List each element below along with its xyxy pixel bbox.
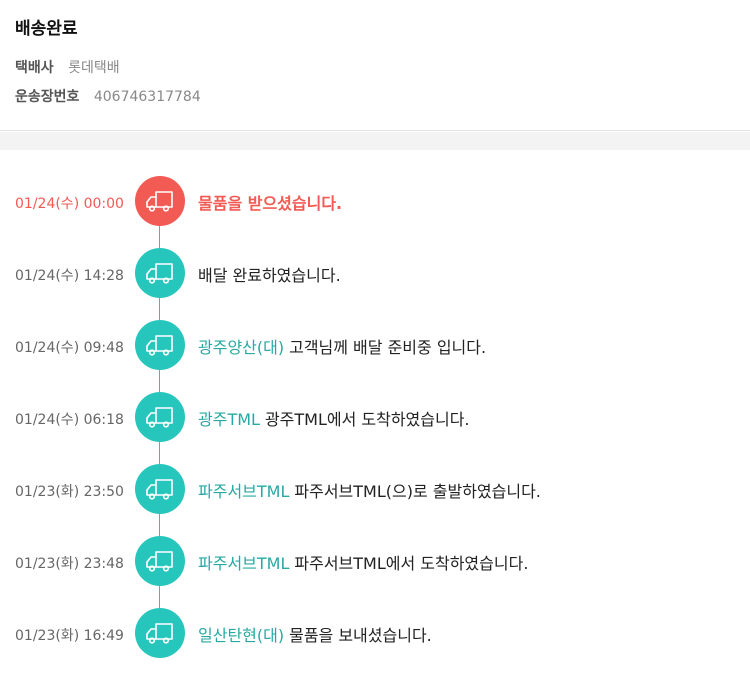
tracking-label: 운송장번호 — [15, 89, 80, 105]
event-time: 01/23(화) 23:50 — [15, 484, 124, 500]
event-location: 광주TML — [198, 410, 260, 429]
event-message: 물품을 보내셨습니다. — [289, 626, 432, 645]
event-time: 01/23(화) 16:49 — [15, 628, 124, 644]
event-description: 광주TML 광주TML에서 도착하였습니다. — [198, 406, 470, 430]
event-description: 광주양산(대) 고객님께 배달 준비중 입니다. — [198, 334, 486, 358]
event-time: 01/23(화) 23:48 — [15, 556, 124, 572]
timeline-event: 01/23(화) 23:50 파주서브TML 파주서브TML(으)로 출발하였습니다… — [0, 464, 750, 514]
event-location: 파주서브TML — [198, 554, 290, 573]
timeline-event: 01/24(수) 00:00 물품을 받으셨습니다. — [0, 176, 750, 226]
event-location: 일산탄현(대) — [198, 626, 285, 645]
delivery-header: 배송완료 택배사 롯데택배 운송장번호 406746317784 — [0, 0, 750, 131]
event-description: 배달 완료하였습니다. — [198, 262, 341, 286]
truck-icon — [135, 536, 185, 586]
tracking-timeline: 01/24(수) 00:00 물품을 받으셨습니다. 01/24(수) 14:28 배… — [0, 150, 750, 682]
event-description: 물품을 받으셨습니다. — [198, 190, 342, 214]
timeline-event: 01/24(수) 06:18 광주TML 광주TML에서 도착하였습니다. — [0, 392, 750, 442]
event-description: 파주서브TML 파주서브TML에서 도착하였습니다. — [198, 550, 528, 574]
carrier-label: 택배사 — [15, 60, 54, 76]
truck-icon — [135, 392, 185, 442]
event-message: 파주서브TML에서 도착하였습니다. — [294, 554, 529, 573]
timeline-event: 01/24(수) 14:28 배달 완료하였습니다. — [0, 248, 750, 298]
truck-icon — [135, 464, 185, 514]
carrier-row: 택배사 롯데택배 — [15, 57, 120, 77]
event-location: 파주서브TML — [198, 482, 290, 501]
event-time: 01/24(수) 06:18 — [15, 412, 124, 428]
event-message: 파주서브TML(으)로 출발하였습니다. — [294, 482, 541, 501]
delivery-status-title: 배송완료 — [15, 19, 78, 39]
truck-icon — [135, 248, 185, 298]
timeline-event: 01/23(화) 16:49 일산탄현(대) 물품을 보내셨습니다. — [0, 608, 750, 658]
event-description: 파주서브TML 파주서브TML(으)로 출발하였습니다. — [198, 478, 541, 502]
event-message: 물품을 받으셨습니다. — [198, 194, 343, 213]
event-time: 01/24(수) 14:28 — [15, 268, 124, 284]
timeline-event: 01/24(수) 09:48 광주양산(대) 고객님께 배달 준비중 입니다. — [0, 320, 750, 370]
section-divider — [0, 132, 750, 150]
event-location: 광주양산(대) — [198, 338, 285, 357]
truck-icon — [135, 320, 185, 370]
event-message: 배달 완료하였습니다. — [198, 266, 341, 285]
event-time: 01/24(수) 00:00 — [15, 196, 124, 212]
truck-icon — [135, 608, 185, 658]
tracking-number: 406746317784 — [93, 89, 201, 105]
event-message: 광주TML에서 도착하였습니다. — [264, 410, 470, 429]
timeline-event: 01/23(화) 23:48 파주서브TML 파주서브TML에서 도착하였습니다. — [0, 536, 750, 586]
truck-icon — [135, 176, 185, 226]
carrier-value: 롯데택배 — [68, 60, 120, 76]
event-time: 01/24(수) 09:48 — [15, 340, 124, 356]
event-description: 일산탄현(대) 물품을 보내셨습니다. — [198, 622, 432, 646]
event-message: 고객님께 배달 준비중 입니다. — [289, 338, 487, 357]
tracking-row: 운송장번호 406746317784 — [15, 86, 201, 106]
